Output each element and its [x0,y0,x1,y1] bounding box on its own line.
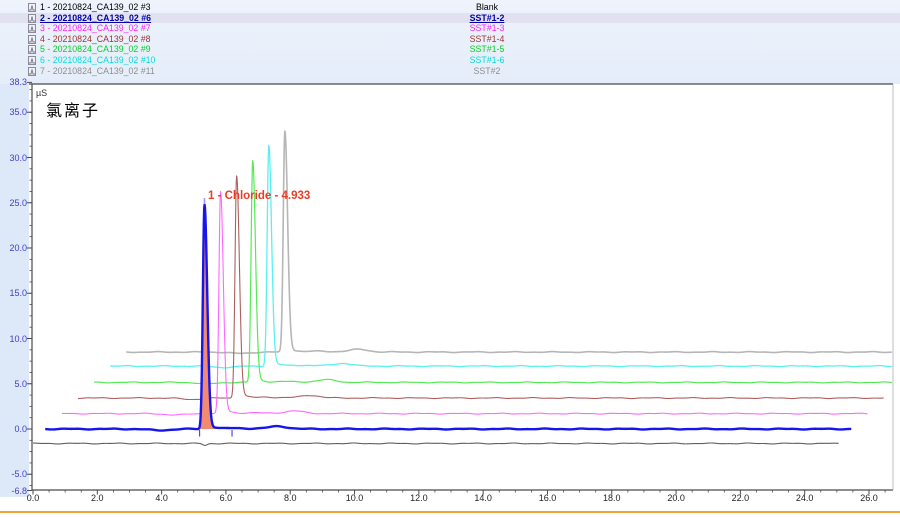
chromatogram-plot[interactable] [0,0,900,517]
x-axis-label: 0.0 [16,493,50,504]
y-axis-label: 38.3 [0,77,27,87]
y-axis-label: 0.0 [0,424,27,434]
y-axis-label: 30.0 [0,153,27,163]
x-axis-label: 6.0 [209,493,243,504]
x-axis-label: 14.0 [466,493,500,504]
x-axis-label: 2.0 [80,493,114,504]
y-axis-label: 15.0 [0,288,27,298]
chromatogram-trace-1 [33,443,839,445]
x-axis-label: 12.0 [402,493,436,504]
x-axis-label: 20.0 [659,493,693,504]
y-axis-label: 10.0 [0,334,27,344]
x-axis-label: 24.0 [788,493,822,504]
chromatogram-trace-2-selected [45,205,851,431]
chromatogram-trace-3 [62,192,868,416]
x-axis-label: 22.0 [723,493,757,504]
x-axis-label: 8.0 [273,493,307,504]
y-axis-label: 35.0 [0,107,27,117]
y-axis-label: 5.0 [0,379,27,389]
bottom-accent-bar [0,511,900,513]
x-axis-label: 26.0 [852,493,886,504]
y-axis-label: -5.0 [0,469,27,479]
chromatogram-window: 1 - 20210824_CA139_02 #3Blank2 - 2021082… [0,0,900,517]
x-axis-label: 4.0 [145,493,179,504]
x-axis-label: 16.0 [530,493,564,504]
peak-annotation: 1 - Chloride - 4.933 [208,190,310,202]
x-axis-label: 10.0 [338,493,372,504]
y-axis-label: 25.0 [0,198,27,208]
chromatogram-trace-6 [110,145,892,367]
y-axis-label: 20.0 [0,243,27,253]
plot-title: 氯离子 [46,97,100,121]
x-axis-label: 18.0 [595,493,629,504]
